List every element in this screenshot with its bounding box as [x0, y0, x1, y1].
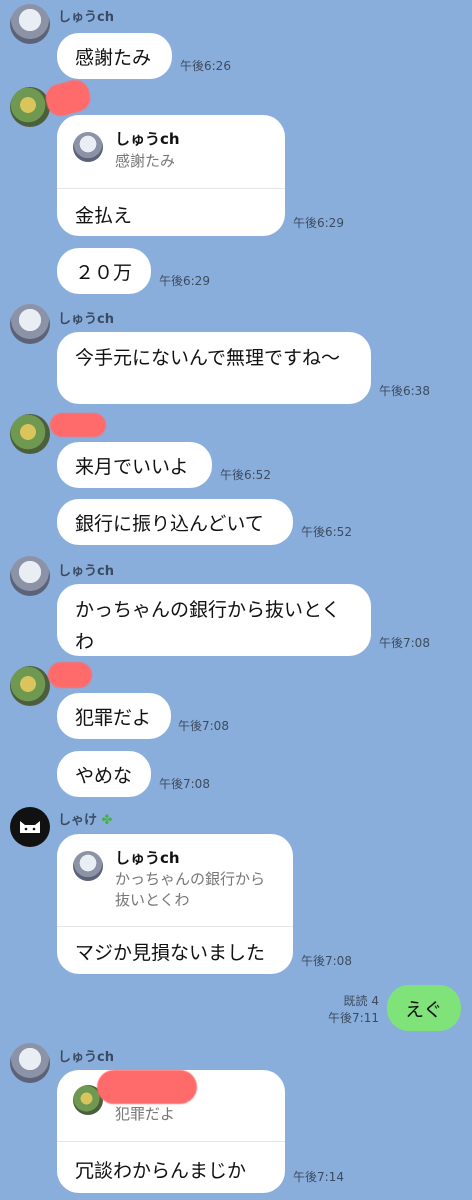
message-bubble[interactable]: 来月でいいよ	[57, 442, 212, 488]
reply-card[interactable]: しゅうch 感謝たみ 金払え	[57, 115, 285, 236]
message-bubble[interactable]: やめな	[57, 751, 151, 797]
redacted-reply-sender	[97, 1070, 197, 1104]
avatar-shuch[interactable]	[10, 556, 50, 596]
sender-name: しゅうch	[58, 564, 114, 579]
sender-name: しゃけ ✤	[58, 809, 112, 828]
reply-sender-name: しゅうch	[115, 849, 180, 867]
message-bubble[interactable]: 今手元にないんで無理ですね〜	[57, 332, 371, 404]
message-bubble[interactable]: 感謝たみ	[57, 33, 172, 79]
message-time: 午後7:08	[178, 719, 229, 733]
avatar-redacted[interactable]	[10, 666, 50, 706]
message-time: 午後7:11	[328, 1011, 379, 1025]
reply-quoted-text: 犯罪だよ	[115, 1105, 176, 1123]
sender-name-text: しゃけ	[58, 813, 98, 828]
cat-icon	[20, 821, 40, 833]
reply-avatar	[73, 132, 103, 162]
message-time: 午後7:08	[379, 636, 430, 650]
reply-avatar	[73, 851, 103, 881]
message-time: 午後6:29	[159, 274, 210, 288]
sender-name: しゅうch	[58, 1050, 114, 1065]
avatar-shuch[interactable]	[10, 1043, 50, 1083]
read-receipt: 既読 4	[343, 994, 379, 1008]
message-time: 午後6:38	[379, 384, 430, 398]
clover-icon: ✤	[101, 813, 113, 828]
message-bubble[interactable]: 犯罪だよ	[57, 693, 171, 739]
message-time: 午後6:29	[293, 216, 344, 230]
sender-name: しゅうch	[58, 10, 114, 25]
sender-name: しゅうch	[58, 312, 114, 327]
message-text: 冗談わからんまじか	[75, 1160, 247, 1182]
message-bubble[interactable]: ２０万	[57, 248, 151, 294]
reply-card[interactable]: しゅうch かっちゃんの銀行から抜いとくわ マジか見損ないました	[57, 834, 293, 974]
redacted-sender-name	[42, 76, 94, 120]
message-bubble[interactable]: 銀行に振り込んどいて	[57, 499, 293, 545]
message-time: 午後7:14	[293, 1170, 344, 1184]
message-time: 午後6:52	[220, 468, 271, 482]
redacted-sender-name	[48, 662, 92, 688]
redacted-sender-name	[50, 413, 106, 437]
message-time: 午後6:26	[180, 59, 231, 73]
avatar-shuch[interactable]	[10, 4, 50, 44]
message-text: 金払え	[75, 205, 133, 227]
message-text: マジか見損ないました	[75, 942, 266, 964]
avatar-shuch[interactable]	[10, 304, 50, 344]
reply-quoted-text: 感謝たみ	[115, 152, 176, 170]
reply-quoted-text: かっちゃんの銀行から抜いとくわ	[115, 870, 266, 909]
message-time: 午後7:08	[159, 777, 210, 791]
own-message-bubble[interactable]: えぐ	[387, 985, 461, 1031]
reply-card[interactable]: 犯罪だよ 冗談わからんまじか	[57, 1070, 285, 1193]
avatar-redacted[interactable]	[10, 87, 50, 127]
avatar-redacted[interactable]	[10, 414, 50, 454]
message-time: 午後6:52	[301, 525, 352, 539]
avatar-shake[interactable]	[10, 807, 50, 847]
message-time: 午後7:08	[301, 954, 352, 968]
reply-sender-name: しゅうch	[115, 130, 180, 148]
chat-area: しゅうch 感謝たみ 午後6:26 しゅうch 感謝たみ 金払え 午後6:29 …	[0, 0, 472, 1200]
message-bubble[interactable]: かっちゃんの銀行から抜いとくわ	[57, 584, 371, 656]
